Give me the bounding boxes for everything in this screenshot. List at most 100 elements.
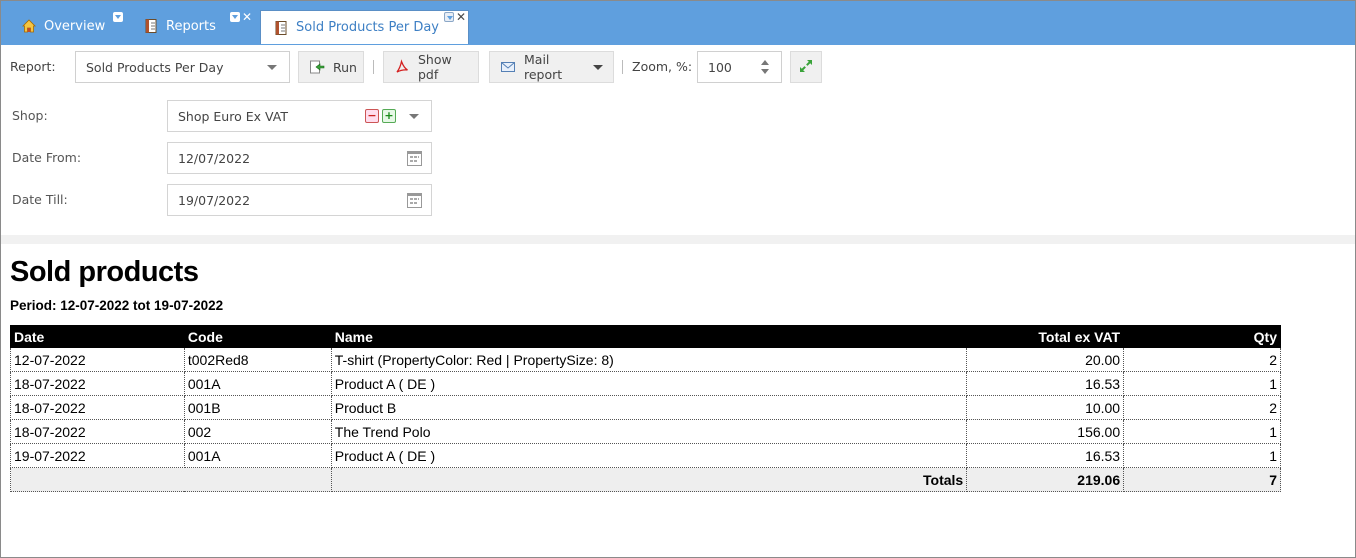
- cell-qty: 2: [1123, 347, 1281, 372]
- column-header-total: Total ex VAT: [966, 325, 1125, 348]
- cell-code: 002: [183, 419, 332, 444]
- cell-name: Product A ( DE ): [330, 443, 968, 468]
- tab-reports-controls: ✕: [230, 11, 252, 23]
- show-pdf-button[interactable]: Show pdf: [383, 51, 479, 83]
- report-table: Date Code Name Total ex VAT Qty 12-07-20…: [10, 325, 1281, 492]
- pdf-icon: [394, 59, 410, 75]
- cell-date: 18-07-2022: [10, 419, 185, 444]
- cell-total: 16.53: [966, 371, 1125, 396]
- report-title: Sold products: [10, 256, 199, 288]
- totals-blank-cell: [10, 467, 332, 492]
- table-header-row: Date Code Name Total ex VAT Qty: [10, 325, 1281, 348]
- table-row: 19-07-2022 001A Product A ( DE ) 16.53 1: [10, 443, 1281, 468]
- cell-name: T-shirt (PropertyColor: Red | PropertySi…: [330, 347, 968, 372]
- report-period: Period: 12-07-2022 tot 19-07-2022: [10, 298, 224, 313]
- mail-icon: [500, 59, 516, 75]
- totals-value: 219.06: [966, 467, 1125, 492]
- expand-icon: [798, 58, 814, 77]
- mail-report-button[interactable]: Mail report: [489, 51, 614, 83]
- tab-menu-icon[interactable]: [230, 12, 240, 22]
- table-row: 18-07-2022 001A Product A ( DE ) 16.53 1: [10, 371, 1281, 396]
- cell-name: Product B: [330, 395, 968, 420]
- spinner-down-icon[interactable]: [761, 69, 769, 74]
- cell-qty: 1: [1123, 419, 1281, 444]
- cell-code: 001A: [183, 371, 332, 396]
- tab-bar: Overview Reports ✕ Sold Products Per Day…: [1, 1, 1355, 45]
- tab-reports-label: Reports: [166, 18, 216, 34]
- table-row: 12-07-2022 t002Red8 T-shirt (PropertyCol…: [10, 347, 1281, 372]
- column-header-date: Date: [10, 325, 185, 348]
- toolbar-divider: [622, 60, 623, 74]
- cell-name: Product A ( DE ): [330, 371, 968, 396]
- cell-code: 001B: [183, 395, 332, 420]
- tab-sold-products-per-day[interactable]: Sold Products Per Day ✕: [260, 10, 469, 44]
- tab-active-controls: ✕: [444, 11, 466, 23]
- report-toolbar: Report: Sold Products Per Day Run Show p…: [0, 48, 1356, 88]
- mail-report-label: Mail report: [524, 52, 563, 82]
- toolbar-divider: [373, 60, 374, 74]
- cell-qty: 1: [1123, 443, 1281, 468]
- calendar-icon[interactable]: [407, 193, 422, 208]
- section-divider: [1, 235, 1355, 244]
- cell-date: 18-07-2022: [10, 371, 185, 396]
- column-header-code: Code: [183, 325, 332, 348]
- tab-reports[interactable]: Reports ✕: [143, 8, 252, 44]
- tab-menu-icon[interactable]: [113, 12, 123, 22]
- tab-overview-label: Overview: [44, 18, 106, 34]
- report-icon: [143, 18, 159, 34]
- cell-date: 12-07-2022: [10, 347, 185, 372]
- table-row: 18-07-2022 002 The Trend Polo 156.00 1: [10, 419, 1281, 444]
- report-icon: [273, 20, 289, 36]
- show-pdf-label: Show pdf: [418, 52, 452, 82]
- zoom-spinner[interactable]: 100: [697, 51, 782, 83]
- cell-total: 16.53: [966, 443, 1125, 468]
- calendar-icon[interactable]: [407, 151, 422, 166]
- shop-label: Shop:: [12, 108, 48, 123]
- tab-sold-products-label: Sold Products Per Day: [296, 20, 439, 35]
- spinner-up-icon[interactable]: [761, 60, 769, 65]
- report-select[interactable]: Sold Products Per Day: [75, 51, 290, 83]
- cell-name: The Trend Polo: [330, 419, 968, 444]
- close-icon[interactable]: ✕: [456, 11, 466, 23]
- cell-total: 20.00: [966, 347, 1125, 372]
- zoom-label: Zoom, %:: [632, 59, 693, 74]
- cell-code: 001A: [183, 443, 332, 468]
- zoom-value: 100: [708, 59, 732, 75]
- totals-qty: 7: [1123, 467, 1281, 492]
- date-till-field[interactable]: 19/07/2022: [167, 184, 432, 216]
- date-till-value: 19/07/2022: [178, 192, 251, 208]
- date-from-label: Date From:: [12, 150, 82, 165]
- add-icon[interactable]: +: [382, 109, 396, 123]
- shop-select[interactable]: Shop Euro Ex VAT − +: [167, 100, 432, 132]
- home-icon: [21, 18, 37, 34]
- run-icon: [309, 59, 325, 75]
- tab-menu-icon[interactable]: [444, 12, 454, 22]
- cell-date: 19-07-2022: [10, 443, 185, 468]
- chevron-down-icon: [267, 65, 277, 70]
- tab-overview-controls: [113, 12, 123, 22]
- shop-value: Shop Euro Ex VAT: [178, 108, 288, 124]
- chevron-down-icon[interactable]: [409, 114, 419, 119]
- close-icon[interactable]: ✕: [242, 11, 252, 23]
- cell-code: t002Red8: [183, 347, 332, 372]
- date-from-field[interactable]: 12/07/2022: [167, 142, 432, 174]
- cell-qty: 1: [1123, 371, 1281, 396]
- cell-qty: 2: [1123, 395, 1281, 420]
- date-till-label: Date Till:: [12, 192, 68, 207]
- run-label: Run: [333, 59, 357, 75]
- cell-total: 156.00: [966, 419, 1125, 444]
- fullscreen-button[interactable]: [790, 51, 822, 83]
- tab-overview[interactable]: Overview: [21, 8, 123, 44]
- remove-icon[interactable]: −: [365, 109, 379, 123]
- column-header-qty: Qty: [1123, 325, 1281, 348]
- date-from-value: 12/07/2022: [178, 150, 251, 166]
- report-label: Report:: [10, 59, 56, 74]
- report-select-value: Sold Products Per Day: [86, 59, 224, 75]
- chevron-down-icon: [593, 64, 603, 70]
- run-button[interactable]: Run: [298, 51, 364, 83]
- cell-total: 10.00: [966, 395, 1125, 420]
- cell-date: 18-07-2022: [10, 395, 185, 420]
- table-row: 18-07-2022 001B Product B 10.00 2: [10, 395, 1281, 420]
- totals-label: Totals: [330, 467, 968, 492]
- column-header-name: Name: [330, 325, 968, 348]
